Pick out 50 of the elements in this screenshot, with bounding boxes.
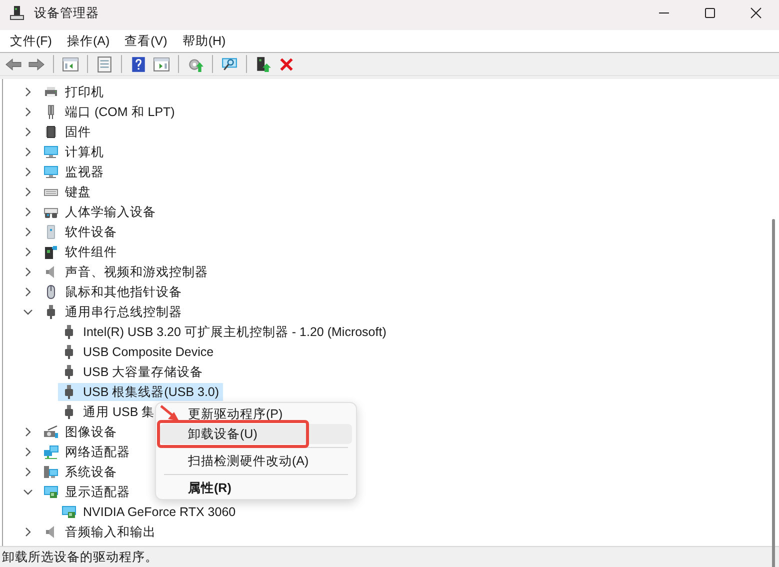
help-icon[interactable] bbox=[129, 54, 148, 74]
property-sheet-icon[interactable] bbox=[95, 54, 114, 74]
menu-item[interactable]: 属性(R) bbox=[160, 478, 352, 498]
menu-item[interactable]: 更新驱动程序(P) bbox=[160, 404, 352, 424]
menu-item[interactable]: 帮助(H) bbox=[176, 32, 232, 50]
tree-item[interactable]: 声音、视频和游戏控制器 bbox=[40, 263, 212, 281]
window-play-icon[interactable] bbox=[152, 54, 171, 74]
tree-item[interactable]: 图像设备 bbox=[40, 423, 121, 441]
device-enable-icon[interactable] bbox=[254, 54, 273, 74]
tree-item[interactable]: 软件设备 bbox=[40, 223, 121, 241]
network-icon bbox=[43, 444, 59, 460]
graphics-card-icon bbox=[43, 484, 59, 500]
tree-item[interactable]: NVIDIA GeForce RTX 3060 bbox=[58, 503, 240, 521]
menu-item[interactable]: 扫描检测硬件改动(A) bbox=[160, 451, 352, 471]
scrollbar-thumb[interactable] bbox=[772, 219, 775, 567]
tree-item[interactable]: 端口 (COM 和 LPT) bbox=[40, 103, 179, 121]
tree-item[interactable]: 计算机 bbox=[40, 143, 108, 161]
window-title: 设备管理器 bbox=[34, 4, 99, 22]
monitor-icon bbox=[43, 164, 59, 180]
tree-item[interactable]: 键盘 bbox=[40, 183, 95, 201]
tree-item[interactable]: 软件组件 bbox=[40, 243, 121, 261]
tree-item[interactable]: 系统设备 bbox=[40, 463, 121, 481]
printer-icon bbox=[43, 84, 59, 100]
tree-item[interactable]: 通用 USB 集 bbox=[58, 403, 159, 421]
pointer-arrow bbox=[160, 405, 179, 421]
app-icon bbox=[9, 5, 25, 21]
tree-item[interactable]: 人体学输入设备 bbox=[40, 203, 160, 221]
tree-item[interactable]: 网络适配器 bbox=[40, 443, 134, 461]
tree-item[interactable]: USB 大容量存储设备 bbox=[58, 363, 208, 381]
tree-item[interactable]: 监视器 bbox=[40, 163, 108, 181]
tree-item[interactable]: 固件 bbox=[40, 123, 95, 141]
tree-item[interactable]: USB 根集线器(USB 3.0) bbox=[58, 383, 224, 401]
component-icon bbox=[43, 244, 59, 260]
camera-icon bbox=[43, 424, 59, 440]
menu-item[interactable]: 文件(F) bbox=[4, 32, 58, 50]
tree-item[interactable]: 通用串行总线控制器 bbox=[40, 303, 186, 321]
status-text: 卸载所选设备的驱动程序。 bbox=[2, 548, 158, 566]
tree-item[interactable]: USB Composite Device bbox=[58, 343, 218, 361]
tree-item[interactable]: 显示适配器 bbox=[40, 483, 134, 501]
tree-item[interactable]: 鼠标和其他指针设备 bbox=[40, 283, 186, 301]
menu-item[interactable]: 操作(A) bbox=[60, 32, 116, 50]
window-panel-icon[interactable] bbox=[61, 54, 80, 74]
graphics-card-icon bbox=[61, 504, 77, 520]
tree-item[interactable]: Intel(R) USB 3.20 可扩展主机控制器 - 1.20 (Microsoft) bbox=[58, 323, 390, 341]
chip-icon bbox=[43, 124, 59, 140]
tree-item[interactable]: 打印机 bbox=[40, 83, 108, 101]
tree-item[interactable]: 音频输入和输出 bbox=[40, 523, 160, 541]
monitor-icon bbox=[43, 144, 59, 160]
menu-item[interactable]: 查看(V) bbox=[118, 32, 174, 50]
computer-icon bbox=[43, 464, 59, 480]
